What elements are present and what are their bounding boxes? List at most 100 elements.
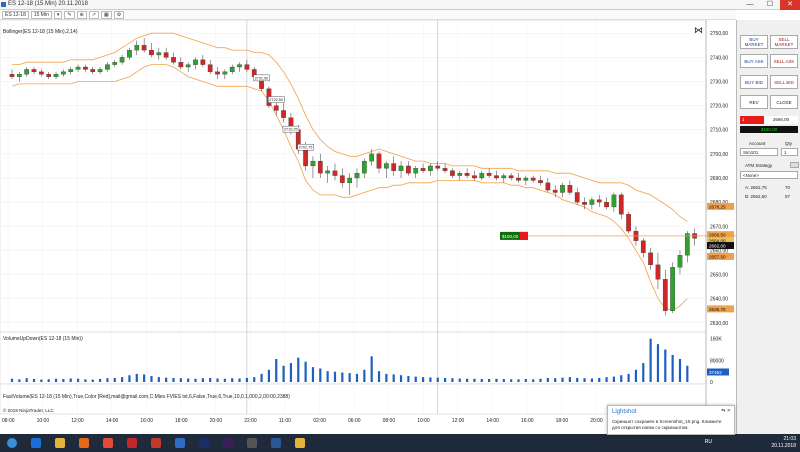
candle-body <box>442 168 448 171</box>
sell-market-button[interactable]: SELL MARKET <box>770 35 798 49</box>
taskbar-photoshop-icon[interactable] <box>194 436 214 450</box>
time-tick-label: 16:00 <box>521 418 534 424</box>
candle-body <box>648 252 653 266</box>
candle-body <box>582 201 587 205</box>
lightshot-notification[interactable]: Lightshot ⇆ ✕ Скриншот сохранён в Screen… <box>607 405 735 435</box>
taskbar-animate-icon[interactable] <box>218 436 238 450</box>
toolbar-tool[interactable]: ✎ <box>64 10 75 19</box>
close-position-button[interactable]: CLOSE <box>770 95 798 109</box>
candle-body <box>332 170 338 176</box>
maximize-button[interactable]: ☐ <box>760 0 780 10</box>
candle-body <box>538 180 543 183</box>
buy-market-button[interactable]: BUY MARKET <box>740 35 768 49</box>
candle-body <box>281 110 286 118</box>
buy-ask-button[interactable]: BUY ASK <box>740 54 768 68</box>
volume-tick-label: 160K <box>710 337 722 343</box>
toolbar-tool[interactable]: ⚙ <box>113 10 125 19</box>
qty-input[interactable]: 1 <box>781 148 798 156</box>
taskbar-firefox-icon[interactable] <box>74 436 94 450</box>
candle-body <box>354 173 360 179</box>
bid-price: B: 2662,50 <box>745 194 767 199</box>
candle-body <box>339 175 345 183</box>
taskbar-chrome-icon[interactable] <box>98 436 118 450</box>
price-marker-label: 2635,75 <box>709 307 726 312</box>
atm-strategy-select[interactable]: <None> <box>740 171 798 179</box>
candle-body <box>83 66 88 70</box>
candle-body <box>163 52 169 58</box>
reverse-button[interactable]: REV <box>740 95 768 109</box>
instrument-selector[interactable]: ES 12-18 <box>2 10 29 19</box>
toolbar-tool[interactable]: ↗ <box>88 10 99 19</box>
close-button[interactable]: ✕ <box>780 0 800 10</box>
time-tick-label: 20:00 <box>590 418 603 424</box>
candle-body <box>406 165 411 174</box>
interval-selector[interactable]: 15 Min <box>30 10 52 19</box>
system-clock[interactable]: 21:03 20.11.2018 <box>771 436 796 450</box>
price-tick-label: 2750,00 <box>710 31 728 37</box>
taskbar-opera-icon[interactable] <box>122 436 142 450</box>
taskbar-word-icon[interactable] <box>266 436 286 450</box>
buy-bid-button[interactable]: BUY BID <box>740 75 768 89</box>
title-bar[interactable]: ES 12-18 (15 Min) 20.11.2018 — ☐ ✕ <box>0 0 800 10</box>
sell-ask-button[interactable]: SELL ASK <box>770 54 798 68</box>
taskbar-filezilla-icon[interactable] <box>146 436 166 450</box>
chart-svg[interactable]: 2750,00 2740,00 2730,00 2720,00 2710,00 2700,… <box>0 20 736 434</box>
volume-panel-label: VolumeUpDown(ES 12-18 (15 Min)) <box>3 336 83 342</box>
time-tick-label: 08:00 <box>383 418 396 424</box>
candle-body <box>376 153 382 169</box>
candle-body <box>75 66 81 70</box>
taskbar-ninjatrader-icon[interactable] <box>170 436 190 450</box>
time-tick-label: 06:00 <box>348 418 361 424</box>
candle-body <box>450 170 455 176</box>
candle-body <box>178 62 184 68</box>
bar-label-text: 2710,25 <box>284 128 298 132</box>
candle-body <box>185 64 191 68</box>
volume-marker-label: 37462 <box>709 370 722 375</box>
pnl-flag-qty <box>520 231 528 240</box>
notification-close-icon[interactable]: ⇆ ✕ <box>721 408 731 414</box>
taskbar-apps <box>0 436 312 450</box>
minimize-button[interactable]: — <box>740 0 760 10</box>
taskbar-app-icon[interactable] <box>242 436 262 450</box>
candle-body <box>611 194 617 208</box>
candle-body <box>413 168 419 174</box>
pnl-flag-label: $150,00 <box>502 234 519 239</box>
sell-bid-button[interactable]: SELL BID <box>770 75 798 89</box>
candle-body <box>53 74 59 77</box>
toolbar-tool[interactable]: ⊕ <box>76 10 87 19</box>
candle-body <box>552 189 558 193</box>
candle-body <box>90 69 96 72</box>
notification-message: Скриншот сохранён в Screenshot_10.png. К… <box>612 419 722 430</box>
atm-options-button[interactable] <box>790 162 799 168</box>
time-tick-label: 08:00 <box>2 418 15 424</box>
language-indicator[interactable]: RU <box>705 439 712 445</box>
price-tick-label: 2740,00 <box>710 55 728 61</box>
candle-body <box>560 185 565 193</box>
candle-body <box>516 177 521 181</box>
taskbar-folder-icon[interactable] <box>290 436 310 450</box>
chart-toolbar: ES 12-18 15 Min ▾ ✎ ⊕ ↗ ▦ ⚙ <box>0 10 736 20</box>
candle-body <box>523 177 529 181</box>
account-label: Account <box>749 141 766 146</box>
candle-body <box>494 175 499 179</box>
taskbar-ie-icon[interactable] <box>26 436 46 450</box>
toolbar-tool[interactable]: ▦ <box>101 10 112 19</box>
clock-time: 21:03 <box>783 436 796 442</box>
bollinger-label: Bollinger(ES 12-18 (15 Min),2,14) <box>3 29 78 35</box>
candle-body <box>193 59 198 65</box>
toolbar-tool[interactable]: ▾ <box>53 10 63 19</box>
ninjatrader-window: ES 12-18 (15 Min) 20.11.2018 — ☐ ✕ ES 12… <box>0 0 800 452</box>
taskbar-explorer-icon[interactable] <box>50 436 70 450</box>
candle-body <box>112 62 118 65</box>
taskbar-start-icon[interactable] <box>2 436 22 450</box>
candle-body <box>361 160 367 174</box>
bar-label-text: 2702,75 <box>299 146 313 150</box>
price-tick-label: 2670,00 <box>710 224 728 230</box>
bar-label-text: 2722,50 <box>269 98 283 102</box>
time-tick-label: 22:00 <box>244 418 257 424</box>
qty-label: Qty <box>785 141 793 146</box>
candle-body <box>244 64 250 70</box>
chart-area[interactable]: 2750,00 2740,00 2730,00 2720,00 2710,00 2700,… <box>0 20 736 434</box>
account-select[interactable]: Sim101 <box>740 148 778 156</box>
time-tick-label: 14:00 <box>486 418 499 424</box>
